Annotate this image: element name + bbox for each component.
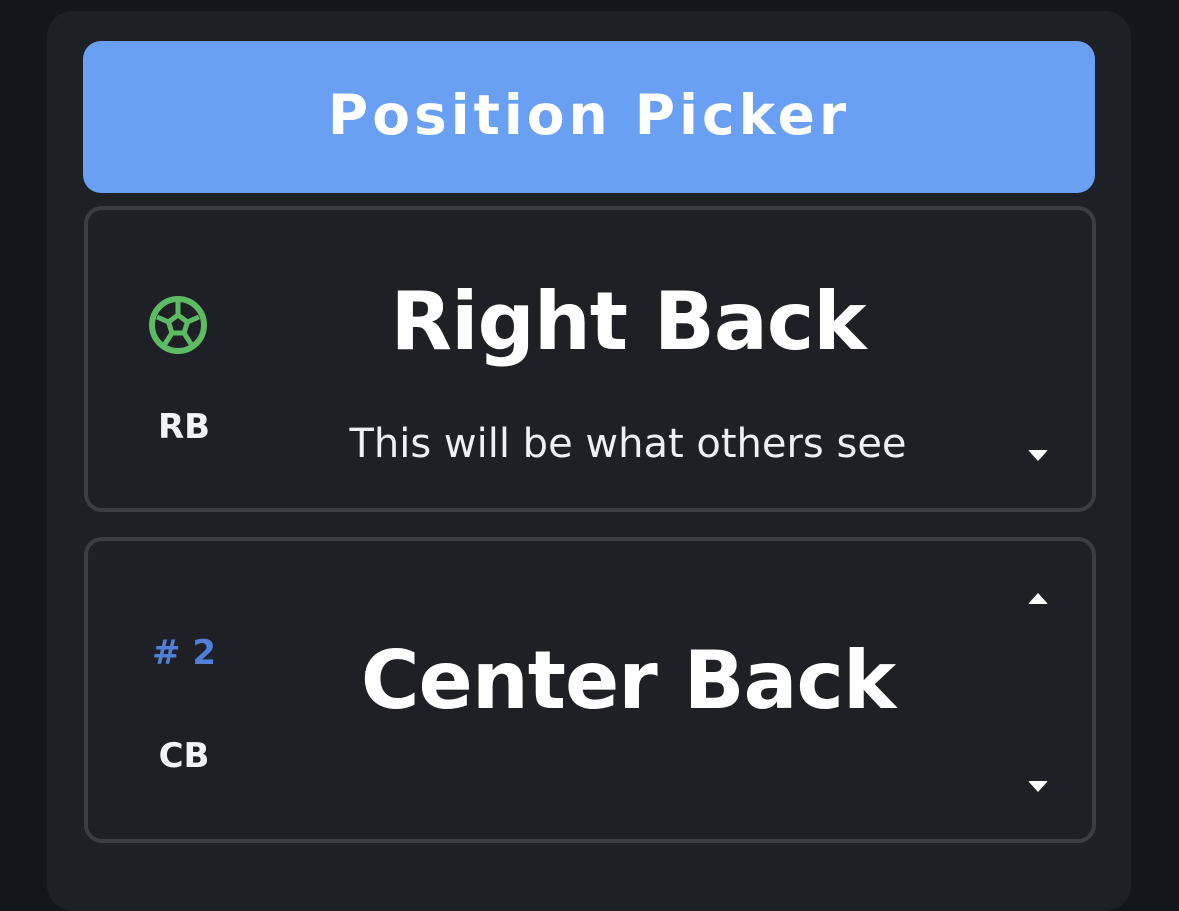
soccer-ball-icon bbox=[148, 295, 208, 355]
picker-header: Position Picker bbox=[83, 41, 1095, 193]
caret-up-icon[interactable] bbox=[1028, 593, 1048, 604]
picker-title: Position Picker bbox=[327, 82, 851, 147]
ranked-position-card[interactable]: # 2 CB Center Back bbox=[84, 537, 1096, 843]
position-rank: # 2 bbox=[152, 633, 216, 673]
position-name: Right Back bbox=[390, 275, 867, 368]
position-abbreviation: CB bbox=[158, 736, 210, 776]
position-name: Center Back bbox=[360, 634, 896, 727]
caret-down-icon[interactable] bbox=[1028, 781, 1048, 792]
caret-down-icon[interactable] bbox=[1028, 450, 1048, 461]
selected-position-card[interactable]: RB Right Back This will be what others s… bbox=[84, 206, 1096, 512]
position-abbreviation: RB bbox=[157, 407, 211, 447]
position-hint: This will be what others see bbox=[349, 421, 907, 467]
